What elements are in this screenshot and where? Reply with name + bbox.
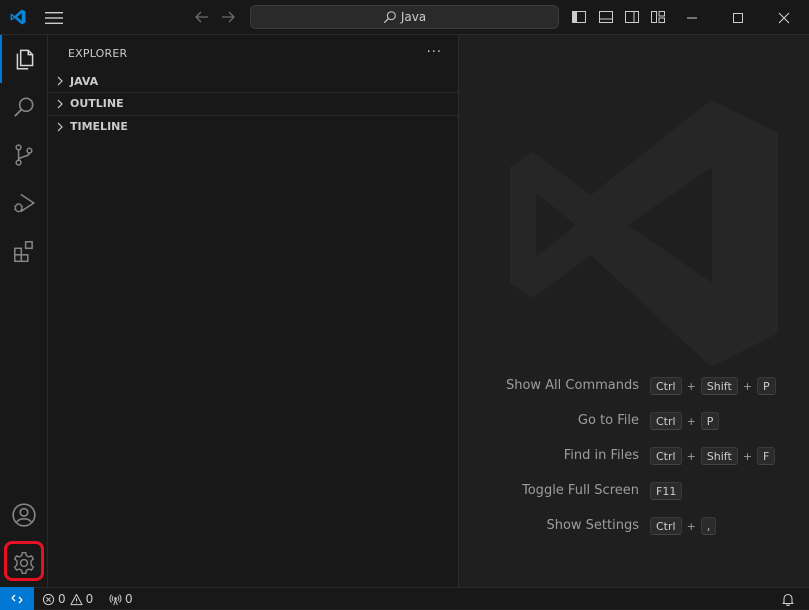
chevron-right-icon — [57, 122, 63, 131]
files-icon — [16, 49, 34, 70]
activity-source-control[interactable] — [0, 131, 48, 179]
customize-layout-icon[interactable] — [650, 9, 666, 25]
section-java[interactable]: JAVA — [48, 70, 459, 92]
search-icon — [14, 97, 34, 117]
explorer-sidebar: EXPLORER ··· JAVA OUTLINE TIMELINE — [48, 35, 459, 587]
toggle-secondary-sidebar-icon[interactable] — [624, 9, 640, 25]
warning-icon — [70, 593, 83, 605]
editor-area: Show All Commands Ctrl + Shift + P Go to F… — [460, 35, 809, 587]
key: Ctrl — [650, 377, 682, 395]
shortcut-go-to-file: Go to File Ctrl + P — [460, 411, 809, 431]
forward-arrow-icon[interactable] — [220, 9, 236, 25]
account-icon — [12, 503, 36, 527]
shortcut-label: Go to File — [577, 413, 639, 428]
run-debug-icon — [14, 193, 36, 213]
section-timeline[interactable]: TIMELINE — [48, 115, 459, 137]
ports-count: 0 — [125, 592, 133, 606]
key: Shift — [700, 377, 738, 395]
error-count: 0 — [58, 592, 66, 606]
shortcut-label: Find in Files — [563, 448, 639, 463]
key: , — [700, 517, 717, 535]
minimize-button[interactable] — [669, 0, 715, 35]
section-outline[interactable]: OUTLINE — [48, 92, 459, 114]
shortcut-show-all-commands: Show All Commands Ctrl + Shift + P — [460, 376, 809, 396]
vscode-watermark-icon — [510, 100, 778, 365]
shortcut-label: Toggle Full Screen — [522, 483, 639, 498]
status-bar: 0 0 0 — [0, 587, 809, 610]
search-icon — [383, 11, 396, 24]
activity-run-debug[interactable] — [0, 179, 48, 227]
activity-search[interactable] — [0, 83, 48, 131]
chevron-right-icon — [57, 76, 63, 86]
section-label: JAVA — [70, 74, 99, 88]
back-arrow-icon[interactable] — [194, 9, 210, 25]
toggle-primary-sidebar-icon[interactable] — [571, 9, 587, 25]
chevron-right-icon — [57, 99, 63, 108]
activity-accounts[interactable] — [0, 491, 48, 539]
gear-highlight-box — [4, 541, 44, 581]
key: P — [700, 412, 720, 430]
problems-indicator[interactable]: 0 0 — [42, 591, 93, 607]
shortcut-show-settings: Show Settings Ctrl + , — [460, 516, 809, 536]
key: Ctrl — [650, 517, 682, 535]
warning-count: 0 — [85, 592, 94, 606]
search-text: Java — [400, 10, 427, 24]
key: P — [757, 377, 776, 395]
section-label: TIMELINE — [70, 120, 128, 133]
key: Ctrl — [650, 412, 682, 430]
key: F11 — [650, 482, 683, 500]
more-actions-icon[interactable]: ··· — [427, 45, 442, 60]
maximize-button[interactable] — [715, 0, 761, 35]
menu-icon[interactable] — [45, 11, 63, 25]
maximize-icon — [733, 12, 743, 23]
toggle-panel-icon[interactable] — [598, 9, 614, 25]
shortcut-label: Show Settings — [546, 518, 639, 533]
sidebar-title: EXPLORER — [68, 47, 128, 60]
activity-bar — [0, 35, 48, 587]
key: Ctrl — [650, 447, 682, 465]
bell-icon[interactable] — [781, 592, 795, 606]
error-icon — [42, 593, 55, 605]
key: Shift — [700, 447, 738, 465]
close-icon — [778, 12, 790, 23]
command-center-search[interactable]: Java — [250, 5, 559, 29]
activity-explorer[interactable] — [0, 35, 48, 83]
close-button[interactable] — [761, 0, 807, 35]
minimize-icon — [687, 17, 697, 18]
ports-indicator[interactable]: 0 — [109, 591, 133, 607]
remote-icon — [11, 594, 23, 603]
key: F — [757, 447, 776, 465]
shortcut-find-in-files: Find in Files Ctrl + Shift + F — [460, 446, 809, 466]
shortcut-toggle-full-screen: Toggle Full Screen F11 — [460, 481, 809, 501]
shortcut-label: Show All Commands — [505, 378, 639, 393]
broadcast-icon — [109, 593, 122, 605]
title-bar: Java — [0, 0, 809, 35]
extensions-icon — [14, 241, 33, 263]
activity-extensions[interactable] — [0, 227, 48, 275]
section-label: OUTLINE — [70, 97, 124, 110]
source-control-icon — [15, 144, 33, 166]
vscode-logo-icon — [10, 9, 26, 25]
remote-indicator-button[interactable] — [0, 587, 34, 610]
